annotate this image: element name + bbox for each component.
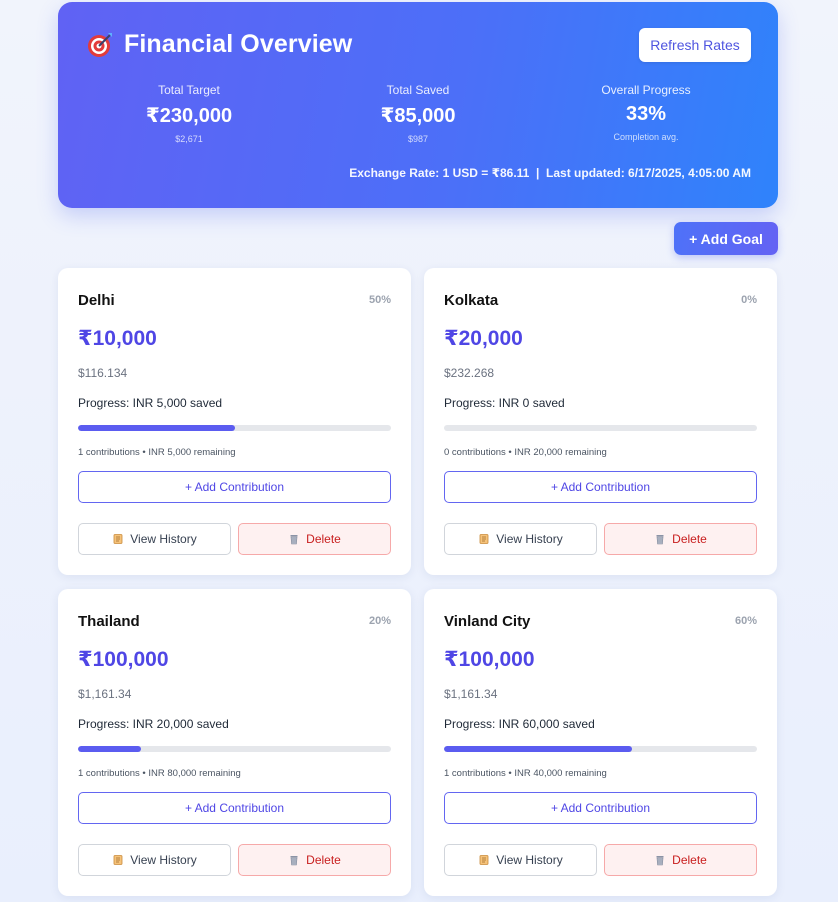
- wastebasket-icon: [288, 533, 300, 545]
- scroll-icon: [112, 854, 124, 866]
- stat-label: Total Saved: [386, 83, 450, 97]
- goal-progress-text: Progress: INR 5,000 saved: [78, 396, 223, 410]
- goal-percent: 60%: [734, 615, 757, 627]
- goal-meta: 0 contributions • INR 20,000 remaining: [444, 447, 607, 458]
- delete-label: Delete: [306, 853, 341, 867]
- add-contribution-button[interactable]: + Add Contribution: [78, 471, 391, 503]
- goal-usd: $1,161.34: [444, 687, 498, 701]
- goal-progress-text: Progress: INR 0 saved: [444, 396, 565, 410]
- goal-amount: ₹100,000: [444, 648, 535, 671]
- view-history-label: View History: [130, 532, 197, 546]
- add-contribution-button[interactable]: + Add Contribution: [444, 471, 757, 503]
- goal-progress-text: Progress: INR 20,000 saved: [78, 717, 229, 731]
- stat-total-target: Total Target ₹230,000 $2,671: [89, 83, 289, 144]
- goal-percent: 0%: [741, 294, 757, 306]
- add-contribution-button[interactable]: + Add Contribution: [444, 792, 757, 824]
- goal-amount: ₹20,000: [444, 327, 523, 350]
- delete-label: Delete: [672, 853, 707, 867]
- stat-value: 33%: [625, 103, 667, 125]
- page-title: Financial Overview: [124, 30, 353, 58]
- financial-overview-header: Financial Overview Refresh Rates Total T…: [58, 2, 778, 208]
- goal-progress-text: Progress: INR 60,000 saved: [444, 717, 595, 731]
- goal-meta: 1 contributions • INR 5,000 remaining: [78, 447, 236, 458]
- delete-button[interactable]: Delete: [604, 523, 757, 555]
- stat-value: ₹85,000: [380, 105, 456, 127]
- stat-value: ₹230,000: [145, 105, 233, 127]
- progress-bar: [78, 746, 391, 752]
- goal-card: Kolkata 0% ₹20,000 $232.268 Progress: IN…: [424, 268, 777, 575]
- goal-name: Vinland City: [444, 613, 531, 630]
- goal-amount: ₹100,000: [78, 648, 169, 671]
- view-history-button[interactable]: View History: [444, 844, 597, 876]
- header-title-group: Financial Overview: [86, 30, 352, 59]
- view-history-button[interactable]: View History: [78, 844, 231, 876]
- progress-bar: [444, 425, 757, 431]
- stat-label: Overall Progress: [601, 83, 691, 97]
- delete-button[interactable]: Delete: [238, 523, 391, 555]
- stat-label: Total Target: [158, 83, 220, 97]
- target-icon: [86, 31, 114, 59]
- view-history-label: View History: [496, 853, 563, 867]
- progress-fill: [444, 746, 632, 752]
- view-history-label: View History: [496, 532, 563, 546]
- goal-card: Thailand 20% ₹100,000 $1,161.34 Progress…: [58, 589, 411, 896]
- scroll-icon: [478, 854, 490, 866]
- delete-label: Delete: [306, 532, 341, 546]
- wastebasket-icon: [288, 854, 300, 866]
- progress-bar: [444, 746, 757, 752]
- stat-sub: Completion avg.: [613, 132, 679, 142]
- goal-card: Vinland City 60% ₹100,000 $1,161.34 Prog…: [424, 589, 777, 896]
- stat-sub: $987: [407, 134, 429, 144]
- stats-row: Total Target ₹230,000 $2,671 Total Saved…: [58, 83, 778, 153]
- goal-meta: 1 contributions • INR 80,000 remaining: [78, 768, 241, 779]
- wastebasket-icon: [654, 854, 666, 866]
- view-history-button[interactable]: View History: [78, 523, 231, 555]
- progress-fill: [78, 746, 141, 752]
- goal-percent: 20%: [368, 615, 391, 627]
- goal-amount: ₹10,000: [78, 327, 157, 350]
- goal-name: Delhi: [78, 292, 115, 309]
- goal-name: Kolkata: [444, 292, 499, 309]
- goal-meta: 1 contributions • INR 40,000 remaining: [444, 768, 607, 779]
- delete-button[interactable]: Delete: [604, 844, 757, 876]
- exchange-rate-info: Exchange Rate: 1 USD = ₹86.11 | Last upd…: [349, 166, 751, 180]
- stat-total-saved: Total Saved ₹85,000 $987: [318, 83, 518, 144]
- goal-usd: $232.268: [444, 366, 495, 380]
- refresh-rates-button[interactable]: Refresh Rates: [639, 28, 751, 62]
- stat-sub: $2,671: [175, 134, 203, 144]
- view-history-button[interactable]: View History: [444, 523, 597, 555]
- goal-usd: $116.134: [78, 366, 128, 380]
- goal-usd: $1,161.34: [78, 687, 132, 701]
- goal-card: Delhi 50% ₹10,000 $116.134 Progress: INR…: [58, 268, 411, 575]
- goal-percent: 50%: [368, 294, 391, 306]
- wastebasket-icon: [654, 533, 666, 545]
- add-contribution-button[interactable]: + Add Contribution: [78, 792, 391, 824]
- progress-fill: [78, 425, 235, 431]
- progress-bar: [78, 425, 391, 431]
- stat-overall-progress: Overall Progress 33% Completion avg.: [546, 83, 746, 142]
- scroll-icon: [112, 533, 124, 545]
- scroll-icon: [478, 533, 490, 545]
- delete-button[interactable]: Delete: [238, 844, 391, 876]
- view-history-label: View History: [130, 853, 197, 867]
- delete-label: Delete: [672, 532, 707, 546]
- add-goal-button[interactable]: + Add Goal: [674, 222, 778, 255]
- goal-name: Thailand: [78, 613, 140, 630]
